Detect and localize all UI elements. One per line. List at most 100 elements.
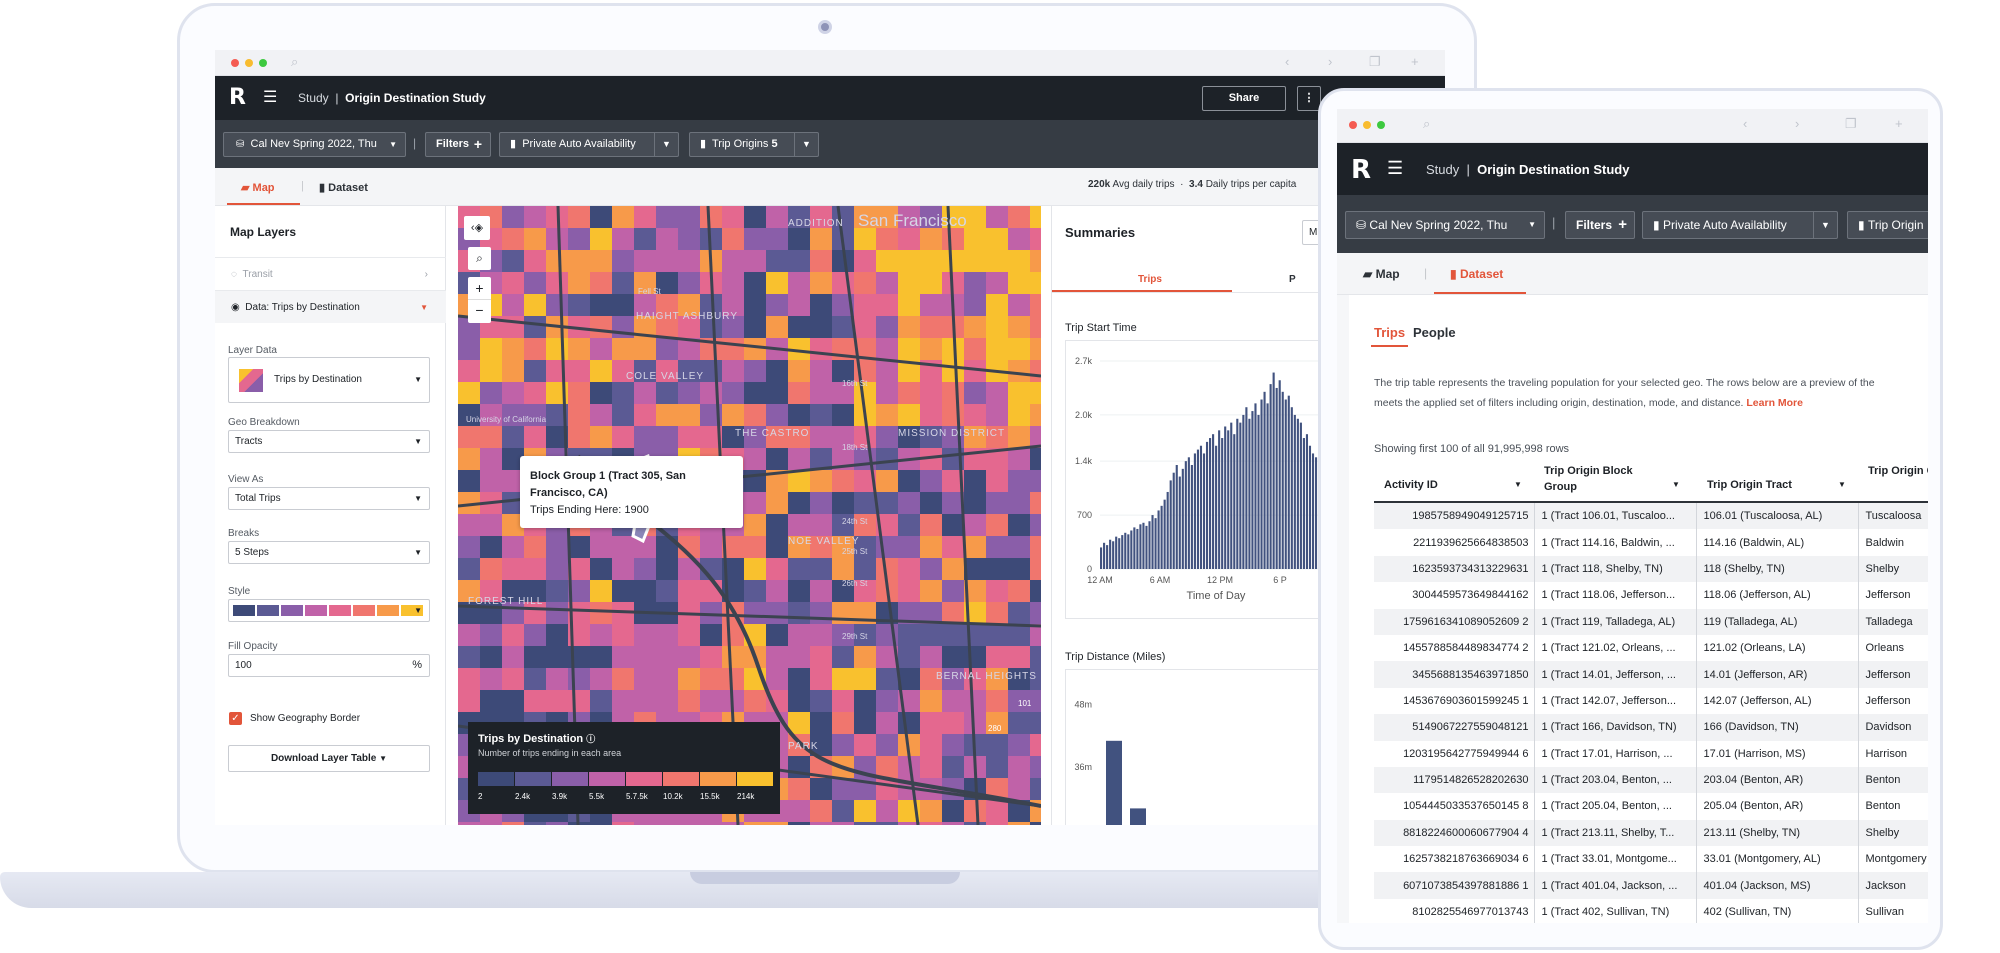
- data-layer-row[interactable]: ◉ Data: Trips by Destination ▼: [215, 290, 446, 323]
- table-row[interactable]: 1054445033537650145 81 (Tract 205.04, Be…: [1374, 793, 1928, 820]
- chevron-down-icon[interactable]: ▼: [1813, 212, 1837, 238]
- table-cell: 1054445033537650145 8: [1374, 793, 1536, 820]
- table-row[interactable]: 3004459573649844162 1 (Tract 118.06, Jeff…: [1374, 582, 1928, 609]
- column-header-block-group[interactable]: Trip Origin Block Group: [1544, 463, 1654, 495]
- tract-polygon: [1008, 514, 1031, 537]
- trip-origins-filter[interactable]: ▮ Trip Origin: [1847, 211, 1928, 239]
- menu-icon[interactable]: ☰: [1387, 158, 1403, 179]
- tract-polygon: [810, 360, 833, 383]
- table-row[interactable]: 6071073854397881886 11 (Tract 401.04, Ja…: [1374, 872, 1928, 899]
- availability-filter[interactable]: ▮ Private Auto Availability ▼: [499, 132, 679, 157]
- table-row[interactable]: 1453676903601599245 11 (Tract 142.07, Je…: [1374, 687, 1928, 715]
- menu-icon[interactable]: ☰: [263, 87, 277, 107]
- tab-dataset[interactable]: ▮ Dataset: [319, 181, 368, 194]
- dataset-selector[interactable]: ⛁ Cal Nev Spring 2022, Thu ▼: [1345, 211, 1545, 239]
- tabs-icon[interactable]: ❐: [1369, 54, 1381, 70]
- minimize-dot-icon[interactable]: [245, 59, 253, 67]
- y-tick-label: 700: [1077, 510, 1092, 520]
- download-layer-table-button[interactable]: Download Layer Table ▼: [228, 745, 430, 772]
- tab-dataset[interactable]: ▮ Dataset: [1450, 267, 1503, 281]
- table-row[interactable]: 1623593734313229631 1 (Tract 118, Shelby,…: [1374, 555, 1928, 583]
- forward-icon[interactable]: ›: [1328, 54, 1332, 69]
- availability-filter[interactable]: ▮ Private Auto Availability ▼: [1642, 211, 1838, 239]
- zoom-in-button[interactable]: +: [468, 277, 491, 300]
- dataset-tab-people[interactable]: People: [1413, 325, 1456, 340]
- minimize-dot-icon[interactable]: [1363, 121, 1371, 129]
- tab-map[interactable]: ▰ Map: [1363, 267, 1400, 281]
- eye-off-icon[interactable]: ◌: [231, 269, 237, 280]
- more-options-button[interactable]: ⋮: [1297, 86, 1321, 111]
- tract-polygon: [568, 382, 591, 405]
- bar: [1224, 426, 1227, 569]
- new-tab-icon[interactable]: +: [1411, 54, 1419, 69]
- sort-icon[interactable]: ▼: [1672, 480, 1680, 489]
- tract-polygon: [590, 250, 613, 273]
- filters-button[interactable]: Filters +: [1565, 211, 1635, 239]
- table-row[interactable]: 2211939625664838503 1 (Tract 114.16, Bald…: [1374, 529, 1928, 556]
- fill-opacity-input[interactable]: 100%: [228, 654, 430, 677]
- breaks-select[interactable]: 5 Steps ▼: [228, 541, 430, 564]
- table-cell: 14.01 (Jefferson, AR): [1696, 661, 1860, 688]
- chevron-down-icon[interactable]: ▼: [794, 133, 818, 156]
- info-icon[interactable]: ⓘ: [586, 734, 595, 744]
- tract-polygon: [656, 338, 679, 361]
- table-row[interactable]: 8102825546977013743 1 (Tract 402, Sulliva…: [1374, 898, 1928, 923]
- learn-more-link[interactable]: Learn More: [1746, 397, 1803, 409]
- share-button[interactable]: Share: [1202, 86, 1286, 111]
- back-icon[interactable]: ‹: [1285, 54, 1289, 69]
- bar: [1227, 430, 1230, 569]
- maximize-dot-icon[interactable]: [259, 59, 267, 67]
- table-row[interactable]: 3455688135463971850 1 (Tract 14.01, Jeffe…: [1374, 661, 1928, 688]
- column-header-county[interactable]: Trip Origin County: [1868, 463, 1928, 479]
- table-row[interactable]: 1179514826528202630 1 (Tract 203.04, Bent…: [1374, 766, 1928, 794]
- table-row[interactable]: 5149067227559048121 1 (Tract 166, Davidso…: [1374, 714, 1928, 741]
- tract-polygon: [810, 690, 833, 713]
- eye-icon[interactable]: ◉: [231, 302, 240, 313]
- summaries-tab-trips[interactable]: Trips: [1138, 274, 1162, 285]
- tract-polygon: [744, 580, 767, 603]
- geo-breakdown-select[interactable]: Tracts ▼: [228, 430, 430, 453]
- tabs-icon[interactable]: ❐: [1845, 116, 1857, 132]
- layer-data-select[interactable]: Trips by Destination ▼: [228, 357, 430, 403]
- view-as-select[interactable]: Total Trips ▼: [228, 487, 430, 510]
- table-row[interactable]: 1455788584489834774 21 (Tract 121.02, Or…: [1374, 634, 1928, 662]
- map-canvas[interactable]: San Francisco ADDITION HAIGHT ASHBURY COLE …: [458, 206, 1041, 825]
- sort-icon[interactable]: ▼: [1514, 480, 1522, 489]
- chevron-down-icon[interactable]: ▼: [654, 133, 678, 156]
- dataset-tab-trips[interactable]: Trips: [1374, 325, 1405, 340]
- layers-toggle-button[interactable]: ‹◈: [464, 216, 490, 240]
- tab-map[interactable]: ▰ Map: [241, 181, 275, 194]
- table-cell: Baldwin: [1865, 536, 1905, 549]
- table-row[interactable]: 1625738218763669034 61 (Tract 33.01, Mon…: [1374, 846, 1928, 873]
- back-icon[interactable]: ‹: [1743, 116, 1747, 131]
- close-dot-icon[interactable]: [1349, 121, 1357, 129]
- breadcrumb-root[interactable]: Study: [1426, 162, 1459, 177]
- table-cell: Jefferson: [1865, 694, 1911, 707]
- table-row[interactable]: 1759616341089052609 21 (Tract 119, Talla…: [1374, 608, 1928, 635]
- transit-layer-row[interactable]: ◌ Transit ›: [215, 257, 446, 290]
- table-row[interactable]: 8818224600060677904 41 (Tract 213.11, Sh…: [1374, 819, 1928, 847]
- border-checkbox[interactable]: ✓: [229, 712, 242, 725]
- maximize-dot-icon[interactable]: [1377, 121, 1385, 129]
- tract-polygon: [986, 580, 1009, 603]
- tract-polygon: [656, 580, 679, 603]
- new-tab-icon[interactable]: +: [1895, 116, 1903, 131]
- column-header-tract[interactable]: Trip Origin Tract: [1707, 479, 1792, 491]
- zoom-out-button[interactable]: −: [468, 300, 491, 323]
- summaries-tab-people[interactable]: P: [1289, 274, 1296, 285]
- filters-button[interactable]: Filters +: [425, 132, 491, 157]
- table-row[interactable]: 1203195642775949944 61 (Tract 17.01, Har…: [1374, 740, 1928, 767]
- sort-icon[interactable]: ▼: [1838, 480, 1846, 489]
- breadcrumb-root[interactable]: Study: [298, 91, 329, 105]
- forward-icon[interactable]: ›: [1795, 116, 1799, 131]
- map-search-button[interactable]: ⌕: [468, 247, 491, 270]
- style-select[interactable]: ▼: [228, 599, 430, 622]
- logo-icon[interactable]: R: [229, 85, 249, 110]
- logo-icon[interactable]: R: [1351, 155, 1371, 185]
- dataset-selector[interactable]: ⛁ Cal Nev Spring 2022, Thu ▼: [223, 132, 406, 157]
- table-row[interactable]: 1985758949049125715 1 (Tract 106.01, Tusc…: [1374, 503, 1928, 530]
- close-dot-icon[interactable]: [231, 59, 239, 67]
- tract-polygon: [524, 690, 547, 713]
- column-header-activity-id[interactable]: Activity ID: [1384, 479, 1438, 491]
- trip-origins-filter[interactable]: ▮ Trip Origins 5 ▼: [689, 132, 819, 157]
